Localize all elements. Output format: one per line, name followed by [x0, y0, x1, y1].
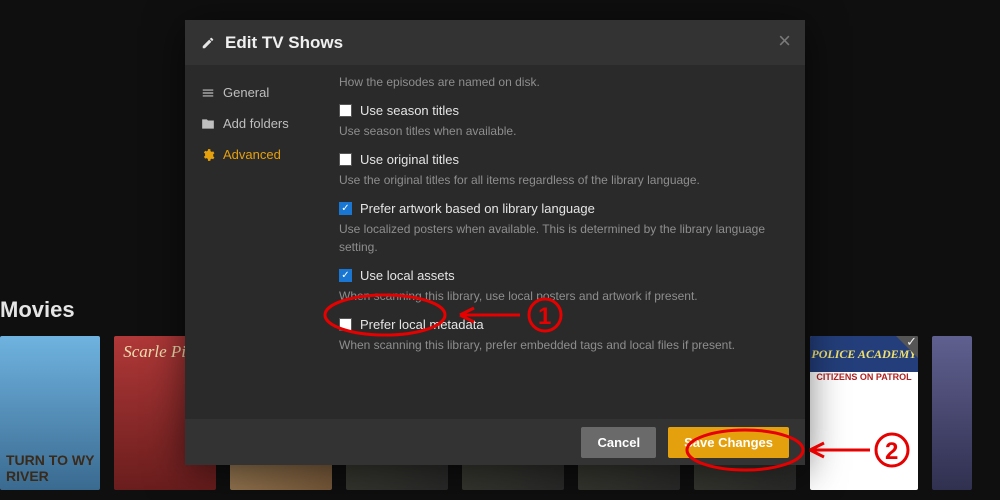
sidebar-item-label: Add folders — [223, 116, 289, 131]
setting-desc: Use the original titles for all items re… — [339, 171, 781, 189]
checkbox[interactable] — [339, 202, 352, 215]
sidebar-item-advanced[interactable]: Advanced — [185, 139, 325, 170]
cancel-button[interactable]: Cancel — [581, 427, 656, 458]
option-label: Prefer local metadata — [360, 317, 484, 332]
checkbox[interactable] — [339, 104, 352, 117]
settings-scroll[interactable]: How the episodes are named on disk. Use … — [325, 65, 795, 419]
option-label: Use original titles — [360, 152, 459, 167]
modal-sidebar: General Add folders Advanced — [185, 65, 325, 419]
save-changes-button[interactable]: Save Changes — [668, 427, 789, 458]
sidebar-item-general[interactable]: General — [185, 77, 325, 108]
option-prefer-artwork-language[interactable]: Prefer artwork based on library language — [339, 201, 781, 216]
sidebar-item-label: Advanced — [223, 147, 281, 162]
pencil-icon — [201, 36, 215, 50]
sidebar-item-label: General — [223, 85, 269, 100]
setting-desc: Use localized posters when available. Th… — [339, 220, 781, 256]
setting-desc: Use season titles when available. — [339, 122, 781, 140]
modal-footer: Cancel Save Changes — [185, 419, 805, 465]
edit-library-modal: Edit TV Shows × General Add folders Adva… — [185, 20, 805, 465]
modal-title: Edit TV Shows — [225, 33, 343, 53]
option-label: Use season titles — [360, 103, 459, 118]
close-icon[interactable]: × — [778, 30, 791, 52]
setting-desc: When scanning this library, use local po… — [339, 287, 781, 305]
poster[interactable] — [932, 336, 972, 490]
option-prefer-local-metadata[interactable]: Prefer local metadata — [339, 317, 781, 332]
folder-icon — [201, 117, 215, 131]
poster[interactable]: POLICE ACADEMY CITIZENS ON PATROL — [810, 336, 918, 490]
option-label: Prefer artwork based on library language — [360, 201, 595, 216]
poster[interactable]: TURN TO WY RIVER — [0, 336, 100, 490]
section-heading: Movies — [0, 297, 75, 323]
list-icon — [201, 86, 215, 100]
setting-desc: When scanning this library, prefer embed… — [339, 336, 781, 354]
option-label: Use local assets — [360, 268, 455, 283]
option-use-season-titles[interactable]: Use season titles — [339, 103, 781, 118]
gear-icon — [201, 148, 215, 162]
option-use-original-titles[interactable]: Use original titles — [339, 152, 781, 167]
modal-header: Edit TV Shows × — [185, 20, 805, 65]
checkbox[interactable] — [339, 153, 352, 166]
sidebar-item-add-folders[interactable]: Add folders — [185, 108, 325, 139]
checkbox[interactable] — [339, 269, 352, 282]
setting-desc: How the episodes are named on disk. — [339, 73, 781, 91]
option-use-local-assets[interactable]: Use local assets — [339, 268, 781, 283]
checkbox[interactable] — [339, 318, 352, 331]
